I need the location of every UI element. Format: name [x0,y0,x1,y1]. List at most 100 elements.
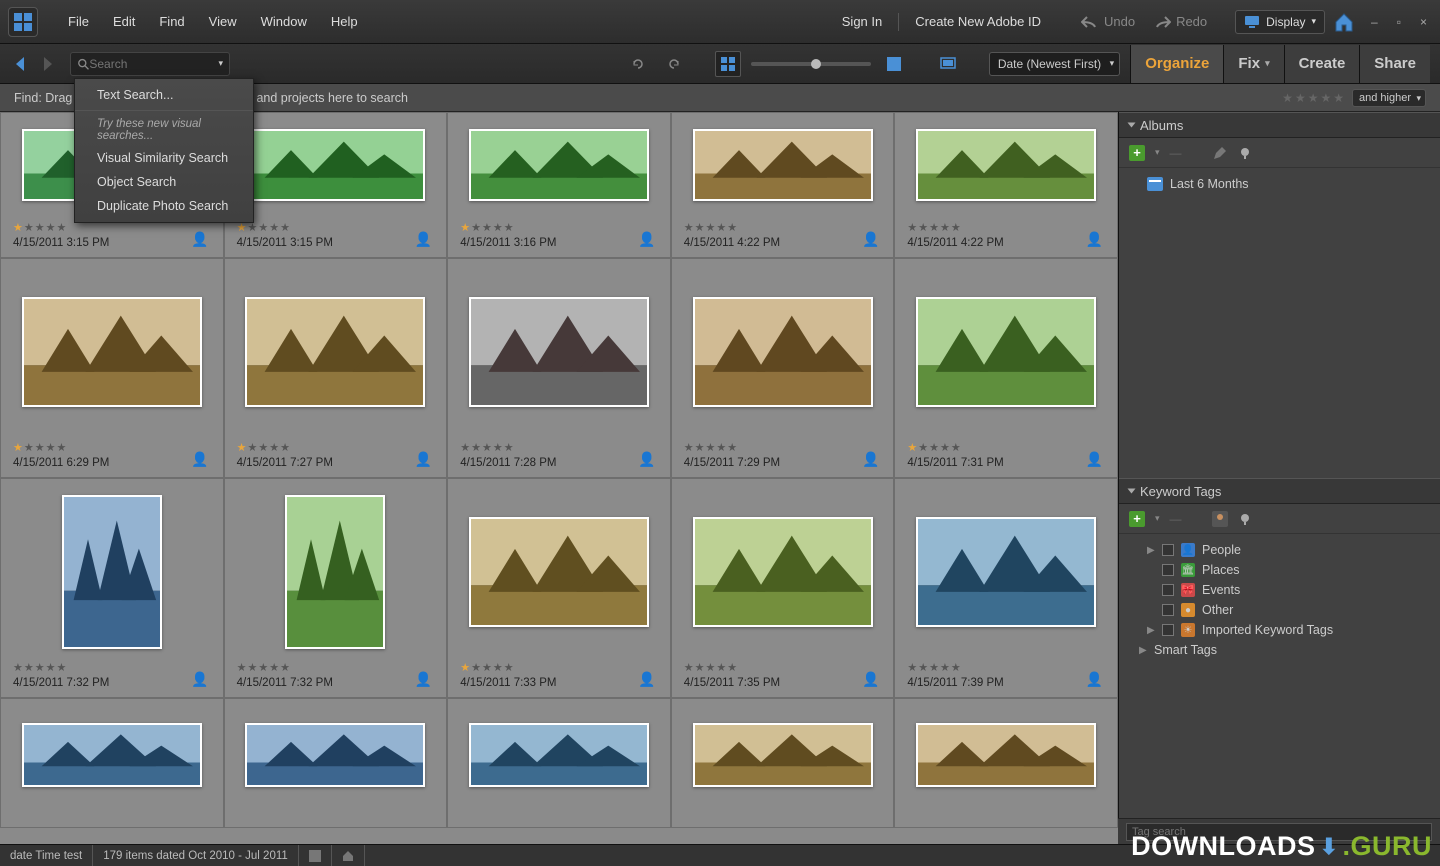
thumbnail-rating[interactable]: ★★★★★ [460,441,658,454]
display-dropdown[interactable]: Display ▾ [1235,10,1325,34]
window-minimize[interactable]: – [1367,13,1383,31]
home-button[interactable] [1331,9,1357,35]
thumbnail-image[interactable] [916,723,1096,787]
nav-back-button[interactable] [10,53,32,75]
status-calendar-icon[interactable] [299,845,332,866]
thumbnail-rating[interactable]: ★★★★★ [460,661,658,674]
person-tag-icon[interactable]: 👤 [1086,671,1103,688]
single-view-button[interactable] [881,51,907,77]
rating-filter[interactable]: ★★★★★ [1282,91,1344,105]
thumbnail-cell[interactable] [894,698,1118,828]
thumbnail-image[interactable] [693,297,873,407]
tag-people[interactable]: ▶👤People [1129,540,1430,560]
person-tag-icon[interactable]: 👤 [415,671,432,688]
zoom-knob[interactable] [811,59,821,69]
zoom-slider[interactable] [751,62,871,66]
hint-icon[interactable] [1238,146,1252,160]
thumbnail-cell[interactable]: ★★★★★ 4/15/2011 3:15 PM 👤 [224,112,448,258]
thumbnail-rating[interactable]: ★★★★★ [684,441,882,454]
thumbnail-cell[interactable]: ★★★★★ 4/15/2011 7:33 PM 👤 [447,478,671,698]
menu-text-search[interactable]: Text Search... [75,83,253,107]
face-recognition-icon[interactable] [1212,511,1228,527]
keyword-tags-panel-header[interactable]: Keyword Tags [1119,478,1440,504]
window-restore[interactable]: ▫ [1393,13,1406,31]
hint-icon[interactable] [1238,512,1252,526]
thumbnail-image[interactable] [285,495,385,649]
tag-places[interactable]: 🏛Places [1129,560,1430,580]
status-home-icon[interactable] [332,845,365,866]
thumbnail-image[interactable] [245,297,425,407]
nav-forward-button[interactable] [36,53,58,75]
menu-visual-similarity[interactable]: Visual Similarity Search [75,146,253,170]
undo-button[interactable]: Undo [1075,10,1141,33]
thumbnail-image[interactable] [469,297,649,407]
menu-help[interactable]: Help [319,8,370,35]
thumbnail-cell[interactable]: ★★★★★ 4/15/2011 7:32 PM 👤 [224,478,448,698]
rotate-right-button[interactable] [661,51,687,77]
sort-select[interactable]: Date (Newest First) ▾ [989,52,1120,76]
add-tag-button[interactable]: + [1129,511,1145,527]
thumbnail-cell[interactable]: ★★★★★ 4/15/2011 7:35 PM 👤 [671,478,895,698]
menu-view[interactable]: View [197,8,249,35]
thumbnail-rating[interactable]: ★★★★★ [237,441,435,454]
thumbnail-cell[interactable]: ★★★★★ 4/15/2011 7:31 PM 👤 [894,258,1118,478]
person-tag-icon[interactable]: 👤 [191,451,208,468]
rotate-left-button[interactable] [625,51,651,77]
person-tag-icon[interactable]: 👤 [638,451,655,468]
redo-button[interactable]: Redo [1147,10,1213,33]
thumbnail-cell[interactable] [447,698,671,828]
thumbnail-rating[interactable]: ★★★★★ [907,221,1105,234]
person-tag-icon[interactable]: 👤 [191,671,208,688]
thumbnail-image[interactable] [469,723,649,787]
chevron-down-icon[interactable]: ▾ [1155,513,1160,524]
thumbnail-rating[interactable]: ★★★★★ [237,221,435,234]
tag-other[interactable]: ●Other [1129,600,1430,620]
menu-object-search[interactable]: Object Search [75,170,253,194]
albums-panel-header[interactable]: Albums [1119,112,1440,138]
thumbnail-cell[interactable]: ★★★★★ 4/15/2011 7:32 PM 👤 [0,478,224,698]
thumbnail-rating[interactable]: ★★★★★ [13,441,211,454]
thumbnail-rating[interactable]: ★★★★★ [907,661,1105,674]
menu-window[interactable]: Window [249,8,319,35]
person-tag-icon[interactable]: 👤 [862,231,879,248]
thumbnail-rating[interactable]: ★★★★★ [684,661,882,674]
person-tag-icon[interactable]: 👤 [1086,451,1103,468]
menu-duplicate-search[interactable]: Duplicate Photo Search [75,194,253,218]
person-tag-icon[interactable]: 👤 [638,671,655,688]
thumbnail-cell[interactable]: ★★★★★ 4/15/2011 3:16 PM 👤 [447,112,671,258]
thumbnail-image[interactable] [469,517,649,627]
thumbnail-image[interactable] [693,723,873,787]
person-tag-icon[interactable]: 👤 [1086,231,1103,248]
thumbnail-rating[interactable]: ★★★★★ [237,661,435,674]
album-last-6-months[interactable]: Last 6 Months [1129,174,1430,194]
thumbnail-image[interactable] [916,297,1096,407]
person-tag-icon[interactable]: 👤 [191,231,208,248]
thumbnail-cell[interactable] [671,698,895,828]
person-tag-icon[interactable]: 👤 [415,231,432,248]
thumbnail-cell[interactable]: ★★★★★ 4/15/2011 4:22 PM 👤 [894,112,1118,258]
search-box[interactable]: ▾ [70,52,230,76]
thumbnail-rating[interactable]: ★★★★★ [460,221,658,234]
tag-events[interactable]: 🎀Events [1129,580,1430,600]
person-tag-icon[interactable]: 👤 [638,231,655,248]
person-tag-icon[interactable]: 👤 [862,671,879,688]
thumbnail-image[interactable] [245,129,425,201]
person-tag-icon[interactable]: 👤 [862,451,879,468]
thumbnail-rating[interactable]: ★★★★★ [13,661,211,674]
thumbnail-image[interactable] [22,297,202,407]
search-input[interactable] [89,57,218,71]
tag-imported[interactable]: ▶☀Imported Keyword Tags [1129,620,1430,640]
create-adobe-id-link[interactable]: Create New Adobe ID [907,10,1049,33]
rating-mode-select[interactable]: and higher▾ [1352,89,1426,107]
thumbnail-rating[interactable]: ★★★★★ [684,221,882,234]
thumbnail-cell[interactable]: ★★★★★ 4/15/2011 7:29 PM 👤 [671,258,895,478]
add-album-button[interactable]: + [1129,145,1145,161]
thumbnail-cell[interactable] [0,698,224,828]
menu-edit[interactable]: Edit [101,8,147,35]
thumbnail-image[interactable] [62,495,162,649]
thumbnail-image[interactable] [22,723,202,787]
thumbnail-cell[interactable]: ★★★★★ 4/15/2011 7:27 PM 👤 [224,258,448,478]
thumbnail-cell[interactable]: ★★★★★ 4/15/2011 4:22 PM 👤 [671,112,895,258]
thumbnail-image[interactable] [469,129,649,201]
thumbnail-image[interactable] [245,723,425,787]
